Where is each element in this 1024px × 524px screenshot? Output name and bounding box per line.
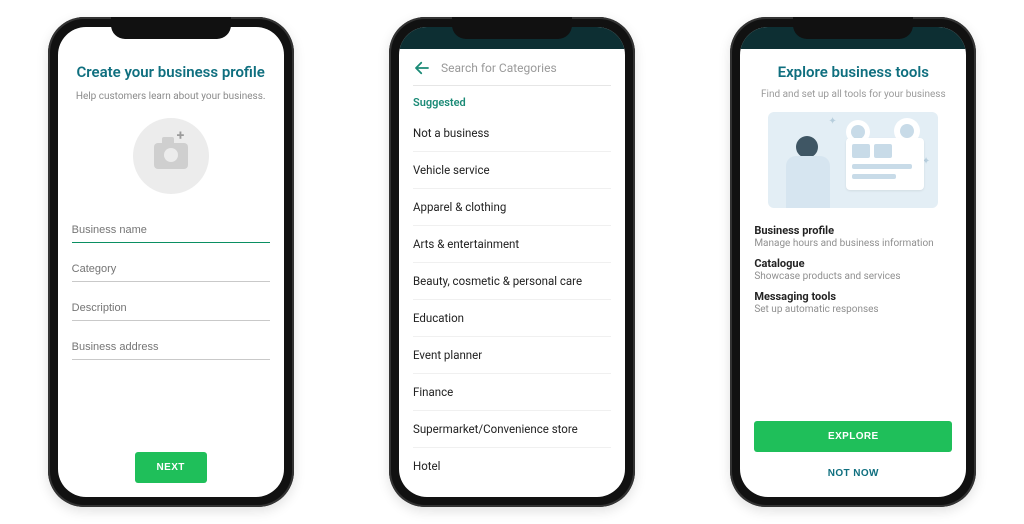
tool-title: Catalogue bbox=[754, 257, 952, 270]
tool-block: Messaging tools Set up automatic respons… bbox=[754, 290, 952, 315]
screen2-content: Search for Categories Suggested Not a bu… bbox=[399, 49, 625, 497]
category-item[interactable]: Not a business bbox=[413, 115, 611, 152]
category-item[interactable]: Supermarket/Convenience store bbox=[413, 411, 611, 448]
category-item[interactable]: Event planner bbox=[413, 337, 611, 374]
plus-icon: + bbox=[177, 128, 185, 144]
screen3-content: Explore business tools Find and set up a… bbox=[740, 49, 966, 497]
category-item[interactable]: Hotel bbox=[413, 448, 611, 484]
search-row: Search for Categories bbox=[413, 57, 611, 86]
category-item[interactable]: Beauty, cosmetic & personal care bbox=[413, 263, 611, 300]
camera-icon bbox=[154, 143, 188, 169]
search-input[interactable]: Search for Categories bbox=[441, 61, 611, 75]
phone-frame-1: Create your business profile Help custom… bbox=[48, 17, 294, 507]
category-item[interactable]: Vehicle service bbox=[413, 152, 611, 189]
category-item[interactable]: Finance bbox=[413, 374, 611, 411]
page-subtitle: Find and set up all tools for your busin… bbox=[754, 89, 952, 100]
tool-block: Catalogue Showcase products and services bbox=[754, 257, 952, 282]
sparkle-icon: ✦ bbox=[828, 116, 836, 127]
explore-button[interactable]: EXPLORE bbox=[754, 421, 952, 452]
business-name-field-wrap bbox=[72, 218, 270, 243]
screen3-footer: EXPLORE NOT NOW bbox=[754, 421, 952, 487]
phone-frame-3: Explore business tools Find and set up a… bbox=[730, 17, 976, 507]
back-arrow-icon[interactable] bbox=[413, 59, 431, 77]
tool-block: Business profile Manage hours and busine… bbox=[754, 224, 952, 249]
not-now-button[interactable]: NOT NOW bbox=[754, 462, 952, 485]
tool-desc: Manage hours and business information bbox=[754, 238, 952, 249]
tool-title: Business profile bbox=[754, 224, 952, 237]
category-item[interactable]: Apparel & clothing bbox=[413, 189, 611, 226]
tool-desc: Showcase products and services bbox=[754, 271, 952, 282]
category-field-wrap bbox=[72, 257, 270, 282]
business-name-field[interactable] bbox=[72, 220, 270, 243]
suggested-label: Suggested bbox=[413, 86, 611, 115]
description-field-wrap bbox=[72, 296, 270, 321]
page-title: Create your business profile bbox=[72, 63, 270, 81]
screen-create-profile: Create your business profile Help custom… bbox=[58, 27, 284, 497]
phone-notch bbox=[793, 17, 913, 39]
page-title: Explore business tools bbox=[754, 63, 952, 81]
screen-explore-tools: Explore business tools Find and set up a… bbox=[740, 27, 966, 497]
tool-title: Messaging tools bbox=[754, 290, 952, 303]
business-address-field-wrap bbox=[72, 335, 270, 360]
phone-notch bbox=[452, 17, 572, 39]
category-item[interactable]: Education bbox=[413, 300, 611, 337]
page-subtitle: Help customers learn about your business… bbox=[72, 91, 270, 102]
catalogue-card-icon bbox=[846, 138, 924, 190]
category-item[interactable]: Arts & entertainment bbox=[413, 226, 611, 263]
tool-desc: Set up automatic responses bbox=[754, 304, 952, 315]
phone-frame-2: Search for Categories Suggested Not a bu… bbox=[389, 17, 635, 507]
screen1-content: Create your business profile Help custom… bbox=[58, 49, 284, 497]
next-button[interactable]: NEXT bbox=[135, 452, 207, 483]
person-icon bbox=[780, 136, 836, 208]
category-list: Not a business Vehicle service Apparel &… bbox=[413, 115, 611, 484]
phone-notch bbox=[111, 17, 231, 39]
category-field[interactable] bbox=[72, 259, 270, 282]
screen1-footer: NEXT bbox=[72, 452, 270, 487]
business-address-field[interactable] bbox=[72, 337, 270, 360]
add-photo-button[interactable]: + bbox=[133, 118, 209, 194]
description-field[interactable] bbox=[72, 298, 270, 321]
screen-category-search: Search for Categories Suggested Not a bu… bbox=[399, 27, 625, 497]
illustration: ✦ ✦ bbox=[768, 112, 938, 208]
stage: Create your business profile Help custom… bbox=[0, 0, 1024, 524]
